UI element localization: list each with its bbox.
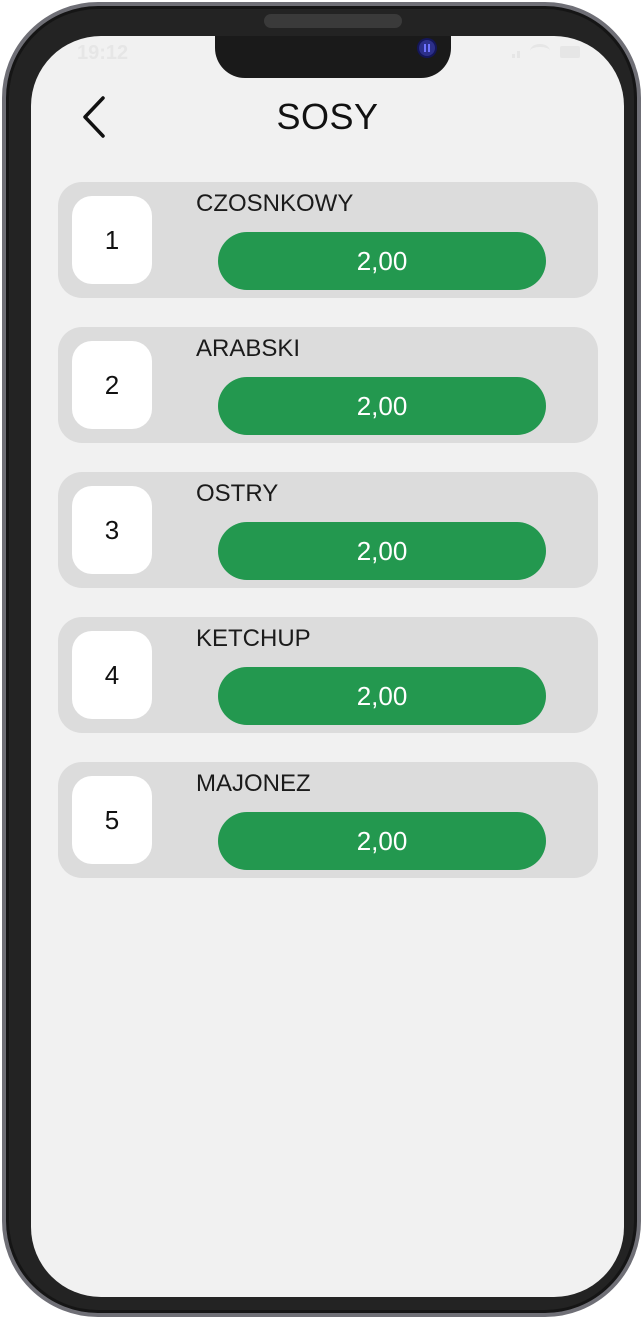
item-number: 1 (72, 196, 152, 284)
phone-frame: 19:12 SOSY 1 CZOSNKOWY 2,00 2 ARABSKI 2,… (2, 2, 641, 1317)
item-number: 5 (72, 776, 152, 864)
list-item[interactable]: 2 ARABSKI 2,00 (58, 327, 598, 443)
price-button[interactable]: 2,00 (218, 812, 546, 870)
page-title: SOSY (276, 96, 379, 137)
item-number: 2 (72, 341, 152, 429)
phone-speaker (264, 14, 402, 28)
battery-icon (560, 46, 580, 58)
wifi-icon (530, 44, 550, 58)
header: SOSY (31, 92, 624, 142)
status-time: 19:12 (77, 42, 129, 64)
list-item[interactable]: 4 KETCHUP 2,00 (58, 617, 598, 733)
status-icons (512, 44, 580, 58)
signal-icon (512, 51, 520, 58)
item-number: 3 (72, 486, 152, 574)
item-name: CZOSNKOWY (196, 190, 354, 217)
item-name: KETCHUP (196, 625, 311, 652)
list-item[interactable]: 1 CZOSNKOWY 2,00 (58, 182, 598, 298)
price-button[interactable]: 2,00 (218, 667, 546, 725)
list-item[interactable]: 3 OSTRY 2,00 (58, 472, 598, 588)
screen: 19:12 SOSY 1 CZOSNKOWY 2,00 2 ARABSKI 2,… (31, 36, 624, 1297)
item-number: 4 (72, 631, 152, 719)
sauce-list: 1 CZOSNKOWY 2,00 2 ARABSKI 2,00 3 OSTRY … (58, 182, 598, 907)
item-name: MAJONEZ (196, 770, 311, 797)
item-name: ARABSKI (196, 335, 301, 362)
camera-icon (419, 40, 435, 56)
price-button[interactable]: 2,00 (218, 232, 546, 290)
item-name: OSTRY (196, 480, 279, 507)
price-button[interactable]: 2,00 (218, 522, 546, 580)
list-item[interactable]: 5 MAJONEZ 2,00 (58, 762, 598, 878)
notch (215, 36, 451, 78)
price-button[interactable]: 2,00 (218, 377, 546, 435)
